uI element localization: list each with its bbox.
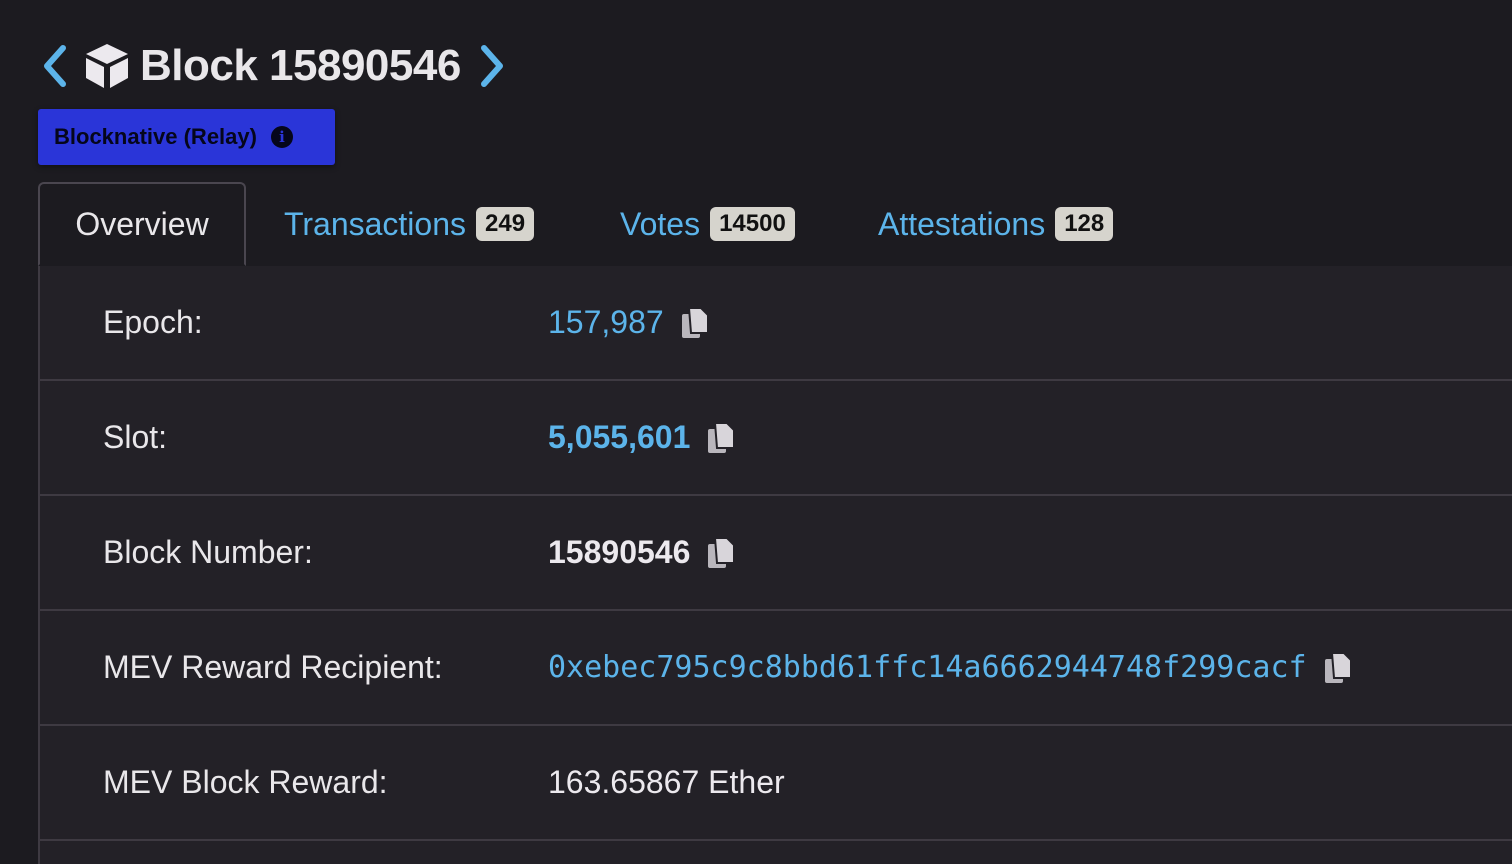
copy-icon[interactable] (680, 306, 710, 340)
slot-row: Slot: 5,055,601 (40, 381, 1512, 496)
mev-recipient-address-link[interactable]: 0xebec795c9c8bbd61ffc14a6662944748f299ca… (548, 650, 1307, 685)
slot-label: Slot: (103, 419, 168, 455)
mev-recipient-label: MEV Reward Recipient: (103, 649, 443, 685)
block-number-row: Block Number: 15890546 (40, 496, 1512, 611)
relay-badge-label: Blocknative (Relay) (54, 124, 257, 149)
tab-votes[interactable]: Votes 14500 (620, 182, 795, 266)
slot-link[interactable]: 5,055,601 (548, 419, 690, 456)
mev-block-reward-row: MEV Block Reward: 163.65867 Ether (40, 726, 1512, 841)
previous-block-button[interactable] (38, 41, 72, 91)
block-tabs: Overview Transactions 249 Votes 14500 At… (38, 182, 1512, 268)
attestations-count-badge: 128 (1055, 207, 1114, 241)
tab-transactions-label: Transactions (284, 205, 466, 242)
block-number-value: 15890546 (548, 534, 691, 570)
epoch-link[interactable]: 157,987 (548, 304, 664, 341)
tab-attestations-label: Attestations (878, 205, 1046, 242)
chevron-right-icon (480, 45, 503, 87)
copy-icon[interactable] (1323, 651, 1353, 685)
tab-attestations[interactable]: Attestations 128 (878, 182, 1114, 266)
tab-transactions[interactable]: Transactions 249 (284, 182, 535, 266)
votes-count-badge: 14500 (710, 207, 795, 241)
mev-block-reward-value: 163.65867 Ether (548, 764, 785, 800)
epoch-row: Epoch: 157,987 (40, 266, 1512, 381)
copy-icon[interactable] (706, 536, 736, 570)
tab-overview-label: Overview (75, 205, 209, 242)
next-block-button[interactable] (475, 41, 509, 91)
mev-recipient-row: MEV Reward Recipient: 0xebec795c9c8bbd61… (40, 611, 1512, 726)
info-icon[interactable]: i (270, 126, 293, 148)
cube-icon (80, 39, 134, 93)
overview-panel: Epoch: 157,987 Slot: 5,055,601 Block Num… (38, 266, 1512, 864)
chevron-left-icon (44, 45, 66, 87)
tab-votes-label: Votes (620, 205, 701, 242)
transactions-count-badge: 249 (476, 207, 535, 241)
block-header: Block 15890546 (38, 38, 509, 94)
page-title: Block 15890546 (140, 41, 461, 90)
epoch-label: Epoch: (103, 304, 203, 340)
tab-overview[interactable]: Overview (38, 182, 246, 266)
relay-badge: Blocknative (Relay) i (38, 109, 335, 165)
block-number-label: Block Number: (103, 534, 313, 570)
mev-block-reward-label: MEV Block Reward: (103, 764, 388, 800)
copy-icon[interactable] (706, 421, 736, 455)
